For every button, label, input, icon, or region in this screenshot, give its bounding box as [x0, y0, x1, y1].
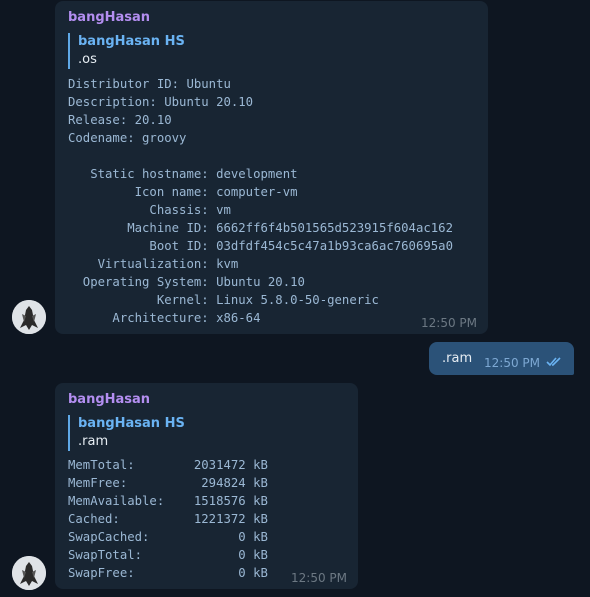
message-code-block: Distributor ID: Ubuntu Description: Ubun…	[68, 77, 453, 325]
reply-text: .ram	[78, 434, 109, 449]
outgoing-message-bubble[interactable]: .ram 12:50 PM	[429, 342, 574, 375]
message-bubble-ram[interactable]: bangHasan bangHasan HS .ram MemTotal: 20…	[55, 383, 358, 589]
reply-quote[interactable]: bangHasan HS .os	[68, 33, 185, 69]
avatar[interactable]	[12, 556, 46, 590]
reply-quote[interactable]: bangHasan HS .ram	[68, 415, 185, 451]
sender-name[interactable]: bangHasan	[68, 392, 150, 407]
avatar-bird-icon	[12, 300, 46, 334]
message-bubble-os[interactable]: bangHasan bangHasan HS .os Distributor I…	[55, 1, 488, 334]
message-time: 12:50 PM	[421, 316, 477, 330]
sender-name[interactable]: bangHasan	[68, 10, 150, 25]
message-time: 12:50 PM	[291, 571, 347, 585]
message-code-block: MemTotal: 2031472 kB MemFree: 294824 kB …	[68, 458, 268, 580]
outgoing-message-time: 12:50 PM	[484, 356, 540, 370]
double-check-icon	[546, 357, 561, 367]
avatar-bird-icon	[12, 556, 46, 590]
outgoing-message-text: .ram	[442, 351, 473, 366]
reply-sender-name: bangHasan HS	[78, 34, 185, 49]
avatar[interactable]	[12, 300, 46, 334]
reply-sender-name: bangHasan HS	[78, 416, 185, 431]
reply-text: .os	[78, 52, 97, 67]
